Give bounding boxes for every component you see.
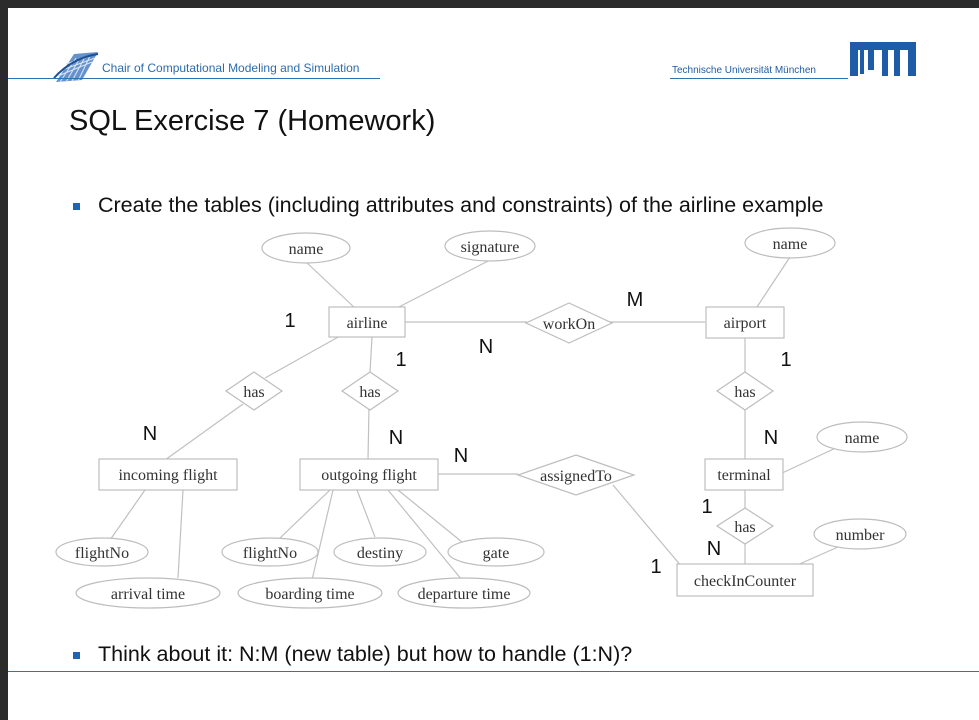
er-diagram: name signature name name number flightNo… bbox=[55, 227, 908, 609]
entity-incoming-flight-label: incoming flight bbox=[118, 467, 218, 484]
card-terminal-counter: 1 bbox=[701, 496, 712, 518]
rel-work-on-label: workOn bbox=[543, 316, 595, 333]
attr-outgoing-flightno-label: flightNo bbox=[243, 545, 297, 562]
card-counter-assigned: 1 bbox=[650, 556, 661, 578]
entity-outgoing-flight-label: outgoing flight bbox=[321, 467, 417, 484]
attr-outgoing-destiny-label: destiny bbox=[357, 545, 403, 562]
attr-incoming-arrival-label: arrival time bbox=[111, 586, 185, 603]
entity-airline-label: airline bbox=[347, 315, 388, 332]
card-terminal-airport: N bbox=[764, 427, 778, 449]
attr-counter-number-label: number bbox=[836, 527, 886, 544]
footer-rule bbox=[8, 671, 979, 672]
card-airline-incoming: 1 bbox=[284, 310, 295, 332]
card-incoming: N bbox=[143, 423, 157, 445]
card-airline-workon: N bbox=[479, 336, 493, 358]
rel-has-counter-label: has bbox=[734, 519, 755, 536]
card-airline-outgoing: 1 bbox=[395, 349, 406, 371]
attr-terminal-name-label: name bbox=[845, 430, 880, 447]
card-outgoing: N bbox=[389, 427, 403, 449]
entity-airport-label: airport bbox=[724, 315, 767, 332]
bullet-text-2: Think about it: N:M (new table) but how … bbox=[98, 642, 633, 666]
card-airport-terminal: 1 bbox=[780, 349, 791, 371]
attr-outgoing-boarding-label: boarding time bbox=[265, 586, 354, 603]
rel-assigned-to-label: assignedTo bbox=[540, 468, 612, 485]
entity-terminal-label: terminal bbox=[717, 467, 771, 484]
slide: Chair of Computational Modeling and Simu… bbox=[8, 8, 979, 720]
attr-airport-name-label: name bbox=[773, 236, 808, 253]
card-airport-workon: M bbox=[627, 289, 644, 311]
rel-has-outgoing-label: has bbox=[359, 384, 380, 401]
rel-has-terminal-label: has bbox=[734, 384, 755, 401]
attr-outgoing-gate-label: gate bbox=[483, 545, 510, 562]
attr-airline-signature-label: signature bbox=[461, 239, 520, 256]
attr-outgoing-departure-label: departure time bbox=[418, 586, 511, 603]
attr-airline-name-label: name bbox=[289, 241, 324, 258]
card-outgoing-assigned: N bbox=[454, 445, 468, 467]
rel-has-incoming-label: has bbox=[243, 384, 264, 401]
bullet-marker-2 bbox=[73, 652, 80, 659]
attr-incoming-flightno-label: flightNo bbox=[75, 545, 129, 562]
entity-checkin-counter-label: checkInCounter bbox=[694, 573, 797, 590]
card-counter-terminal: N bbox=[707, 538, 721, 560]
